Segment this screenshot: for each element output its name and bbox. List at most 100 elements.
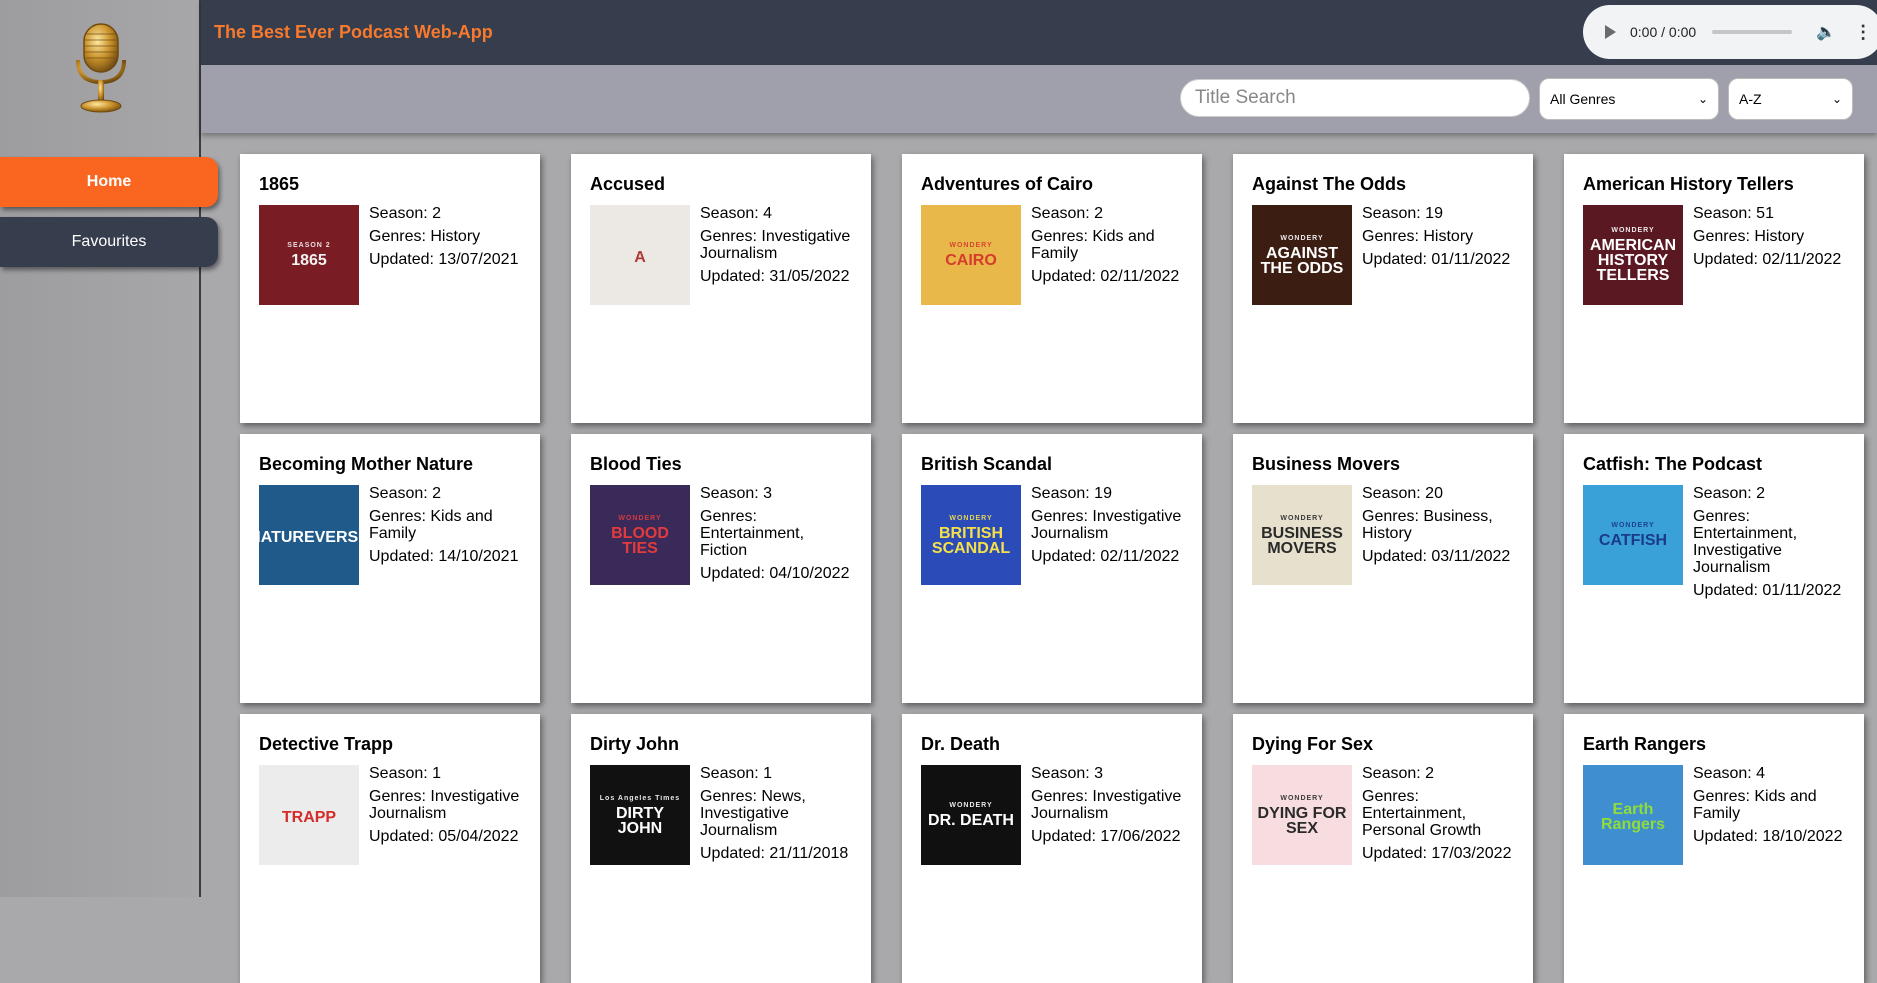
cover-title-text: TRAPP xyxy=(281,808,337,826)
season-label: Season: xyxy=(700,485,759,502)
podcast-title[interactable]: American History Tellers xyxy=(1583,174,1845,195)
podcast-cover-image[interactable]: Earth Rangers xyxy=(1583,765,1683,865)
podcast-title[interactable]: British Scandal xyxy=(921,454,1183,475)
genres-label: Genres: xyxy=(1362,508,1419,525)
podcast-title[interactable]: Earth Rangers xyxy=(1583,734,1845,755)
updated-label: Updated: xyxy=(1031,828,1096,845)
podcast-card[interactable]: Catfish: The Podcast WONDERY CATFISH Season… xyxy=(1564,434,1864,703)
cover-sub-text: SEASON 2 xyxy=(287,242,331,249)
audio-player[interactable]: 0:00 / 0:00 🔈 ⋮ xyxy=(1583,5,1877,59)
genre-select[interactable]: All Genres ⌄ xyxy=(1539,78,1719,120)
podcast-card[interactable]: Business Movers WONDERY BUSINESS MOVERS Sea… xyxy=(1233,434,1533,703)
podcast-cover-image[interactable]: WONDERY BRITISH SCANDAL xyxy=(921,485,1021,585)
season-row: Season: 2 xyxy=(1031,205,1183,222)
podcast-cover-image[interactable]: WONDERY AMERICAN HISTORY TELLERS xyxy=(1583,205,1683,305)
play-icon[interactable] xyxy=(1605,25,1616,39)
genres-label: Genres: xyxy=(1031,788,1088,805)
podcast-card[interactable]: Accused A Season: 4 Genres: Investigative J… xyxy=(571,154,871,423)
podcast-title[interactable]: 1865 xyxy=(259,174,521,195)
season-label: Season: xyxy=(700,205,759,222)
podcast-cover-image[interactable]: WONDERY BLOOD TIES xyxy=(590,485,690,585)
genres-value: History xyxy=(1754,228,1805,245)
podcast-title[interactable]: Business Movers xyxy=(1252,454,1514,475)
podcast-cover-image[interactable]: WONDERY AGAINST THE ODDS xyxy=(1252,205,1352,305)
podcast-card[interactable]: Becoming Mother Nature NATUREVERSE Season:… xyxy=(240,434,540,703)
podcast-info: Season: 2 Genres: History Updated: 13/07/2… xyxy=(369,205,518,305)
podcast-card[interactable]: Dying For Sex WONDERY DYING FOR SEX Season:… xyxy=(1233,714,1533,983)
podcast-title[interactable]: Against The Odds xyxy=(1252,174,1514,195)
volume-icon[interactable]: 🔈 xyxy=(1816,22,1836,42)
podcast-cover-image[interactable]: A xyxy=(590,205,690,305)
updated-value: 02/11/2022 xyxy=(1100,548,1180,565)
podcast-info: Season: 2 Genres: Entertainment, Personal… xyxy=(1362,765,1514,868)
cover-sub-text: WONDERY xyxy=(1280,514,1324,522)
podcast-cover-image[interactable]: WONDERY CATFISH xyxy=(1583,485,1683,585)
updated-row: Updated: 31/05/2022 xyxy=(700,268,852,285)
podcast-info: Season: 1 Genres: Investigative Journalis… xyxy=(369,765,521,865)
podcast-card[interactable]: Blood Ties WONDERY BLOOD TIES Season: 3 Genr… xyxy=(571,434,871,703)
podcast-cover-image[interactable]: WONDERY BUSINESS MOVERS xyxy=(1252,485,1352,585)
more-options-icon[interactable]: ⋮ xyxy=(1854,23,1872,41)
podcast-cover-image[interactable]: WONDERY CAIRO xyxy=(921,205,1021,305)
sidebar-item-label: Favourites xyxy=(71,233,147,250)
podcast-cover-image[interactable]: WONDERY DR. DEATH xyxy=(921,765,1021,865)
genres-label: Genres: xyxy=(700,788,757,805)
audio-progress-slider[interactable] xyxy=(1712,30,1793,34)
podcast-card[interactable]: Dr. Death WONDERY DR. DEATH Season: 3 Genres… xyxy=(902,714,1202,983)
updated-row: Updated: 01/11/2022 xyxy=(1362,251,1510,268)
sidebar-item-home[interactable]: Home xyxy=(0,157,218,207)
season-value: 2 xyxy=(432,205,442,222)
podcast-card[interactable]: Detective Trapp TRAPP Season: 1 Genres: Inv… xyxy=(240,714,540,983)
updated-label: Updated: xyxy=(369,548,434,565)
sort-select-value: A-Z xyxy=(1739,91,1762,107)
podcast-title[interactable]: Catfish: The Podcast xyxy=(1583,454,1845,475)
podcast-title[interactable]: Adventures of Cairo xyxy=(921,174,1183,195)
podcast-cover-image[interactable]: SEASON 2 1865 xyxy=(259,205,359,305)
podcast-cover-image[interactable]: NATUREVERSE xyxy=(259,485,359,585)
podcast-card[interactable]: Dirty John Los Angeles Times DIRTY JOHN Sea… xyxy=(571,714,871,983)
season-value: 2 xyxy=(432,485,442,502)
genres-value: Entertainment, Investigative Journalism xyxy=(1693,525,1798,576)
cover-sub-text: WONDERY xyxy=(949,802,993,809)
podcast-title[interactable]: Accused xyxy=(590,174,852,195)
genres-label: Genres: xyxy=(1031,228,1088,245)
updated-label: Updated: xyxy=(1031,548,1096,565)
podcast-title[interactable]: Blood Ties xyxy=(590,454,852,475)
cover-title-text: DIRTY JOHN xyxy=(616,804,664,837)
podcast-card[interactable]: Adventures of Cairo WONDERY CAIRO Season: 2… xyxy=(902,154,1202,423)
app-title: The Best Ever Podcast Web-App xyxy=(214,22,493,42)
updated-label: Updated: xyxy=(700,845,765,862)
podcast-title[interactable]: Dirty John xyxy=(590,734,852,755)
podcast-title[interactable]: Dying For Sex xyxy=(1252,734,1514,755)
genres-value: History xyxy=(1423,228,1474,245)
podcast-card[interactable]: American History Tellers WONDERY AMERICAN … xyxy=(1564,154,1864,423)
podcast-cover-image[interactable]: TRAPP xyxy=(259,765,359,865)
podcast-cover-image[interactable]: Los Angeles Times DIRTY JOHN xyxy=(590,765,690,865)
updated-value: 17/06/2022 xyxy=(1100,828,1181,845)
updated-row: Updated: 17/06/2022 xyxy=(1031,828,1183,845)
season-value: 20 xyxy=(1425,485,1443,502)
sidebar-item-favourites[interactable]: Favourites xyxy=(0,217,218,267)
genres-row: Genres: History xyxy=(369,228,518,245)
podcast-card[interactable]: Earth Rangers Earth Rangers Season: 4 Genre… xyxy=(1564,714,1864,983)
sort-select[interactable]: A-Z ⌄ xyxy=(1728,78,1853,120)
podcast-card[interactable]: Against The Odds WONDERY AGAINST THE ODDS S… xyxy=(1233,154,1533,423)
podcast-title[interactable]: Dr. Death xyxy=(921,734,1183,755)
title-search-input[interactable] xyxy=(1180,79,1530,117)
season-value: 2 xyxy=(1094,205,1104,222)
updated-row: Updated: 17/03/2022 xyxy=(1362,845,1514,862)
genres-row: Genres: Business, History xyxy=(1362,508,1514,542)
updated-label: Updated: xyxy=(1031,268,1096,285)
updated-value: 05/04/2022 xyxy=(438,828,519,845)
season-row: Season: 2 xyxy=(369,485,521,502)
season-row: Season: 19 xyxy=(1362,205,1510,222)
updated-value: 04/10/2022 xyxy=(769,565,850,582)
podcast-card[interactable]: British Scandal WONDERY BRITISH SCANDAL Sea… xyxy=(902,434,1202,703)
season-row: Season: 3 xyxy=(700,485,852,502)
podcast-title[interactable]: Becoming Mother Nature xyxy=(259,454,521,475)
genres-label: Genres: xyxy=(369,228,426,245)
podcast-card[interactable]: 1865 SEASON 2 1865 Season: 2 Genres: History… xyxy=(240,154,540,423)
podcast-cover-image[interactable]: WONDERY DYING FOR SEX xyxy=(1252,765,1352,865)
genres-label: Genres: xyxy=(369,788,426,805)
podcast-title[interactable]: Detective Trapp xyxy=(259,734,521,755)
